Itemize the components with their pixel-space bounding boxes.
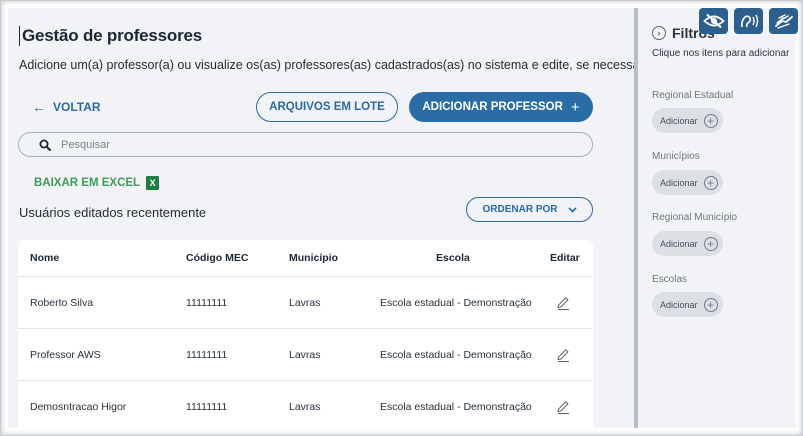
- search-input[interactable]: [61, 138, 541, 151]
- cell-municipio: Lavras: [289, 401, 321, 413]
- header-escola: Escola: [436, 252, 470, 264]
- chip-label: Adicionar: [660, 177, 698, 188]
- table-row: Demosntracao Higor 11111111 Lavras Escol…: [18, 381, 593, 428]
- plus-icon: +: [570, 98, 580, 116]
- sign-language-button[interactable]: [769, 8, 798, 34]
- table-row: Professor AWS 11111111 Lavras Escola est…: [18, 329, 593, 381]
- cell-name: Demosntracao Higor: [30, 401, 127, 413]
- chip-label: Adicionar: [660, 238, 698, 249]
- filter-label-escolas: Escolas: [652, 274, 688, 285]
- section-title: Usuários editados recentemente: [19, 205, 207, 220]
- add-escolas-chip[interactable]: Adicionar +: [652, 292, 723, 317]
- add-teacher-label: ADICIONAR PROFESSOR: [422, 101, 563, 113]
- cell-mec: 11111111: [186, 401, 228, 413]
- search-icon: [39, 139, 51, 151]
- add-regional-estadual-chip[interactable]: Adicionar +: [652, 108, 723, 133]
- batch-files-button[interactable]: ARQUIVOS EM LOTE: [256, 92, 398, 122]
- table-header: Nome Código MEC Município Escola Editar: [18, 240, 593, 277]
- cell-escola: Escola estadual - Demonstração: [380, 348, 532, 361]
- pencil-icon[interactable]: [555, 399, 571, 415]
- cell-municipio: Lavras: [289, 348, 321, 361]
- cell-municipio: Lavras: [289, 296, 321, 309]
- search-box[interactable]: [18, 132, 593, 157]
- page-title: Gestão de professores: [19, 26, 202, 46]
- excel-icon: X: [146, 176, 160, 190]
- table-row: Roberto Silva 11111111 Lavras Escola est…: [18, 277, 593, 329]
- cell-mec: 11111111: [186, 296, 228, 309]
- filters-sidebar: › Filtros Clique nos itens para adiciona…: [638, 8, 796, 428]
- plus-circle-icon: +: [703, 113, 718, 128]
- chevron-down-icon: [567, 206, 577, 213]
- filter-label-regional-municipio: Regional Município: [652, 212, 738, 223]
- arrow-left-icon: ←: [32, 99, 46, 115]
- add-regional-municipio-chip[interactable]: Adicionar +: [652, 231, 723, 256]
- cell-escola: Escola estadual - Demonstração: [380, 296, 532, 309]
- contrast-toggle-button[interactable]: [699, 8, 728, 34]
- page-subtitle: Adicione um(a) professor(a) ou visualize…: [19, 58, 634, 72]
- filter-label-regional-estadual: Regional Estadual: [652, 90, 734, 101]
- add-teacher-button[interactable]: ADICIONAR PROFESSOR +: [409, 92, 593, 122]
- add-municipios-chip[interactable]: Adicionar +: [652, 170, 723, 195]
- chip-label: Adicionar: [660, 115, 698, 126]
- download-excel-label: BAIXAR EM EXCEL: [34, 177, 141, 189]
- audio-icon: [740, 14, 758, 28]
- pencil-icon[interactable]: [555, 347, 571, 363]
- teachers-table: Nome Código MEC Município Escola Editar …: [18, 240, 593, 428]
- audio-reader-button[interactable]: [734, 8, 763, 34]
- header-mec: Código MEC: [186, 252, 249, 264]
- pencil-icon[interactable]: [555, 295, 571, 311]
- back-button[interactable]: ← VOLTAR: [32, 98, 101, 116]
- sign-language-icon: [774, 14, 793, 29]
- chevron-right-icon: ›: [652, 26, 666, 40]
- filters-hint: Clique nos itens para adicionar: [652, 48, 790, 59]
- header-municipio: Município: [289, 252, 338, 264]
- download-excel-button[interactable]: BAIXAR EM EXCEL X: [34, 175, 160, 191]
- eye-slash-icon: [702, 13, 725, 29]
- plus-circle-icon: +: [703, 236, 718, 251]
- chip-label: Adicionar: [660, 299, 698, 310]
- cell-name: Professor AWS: [30, 348, 101, 361]
- back-label: VOLTAR: [53, 100, 101, 114]
- filter-label-municipios: Municípios: [652, 151, 700, 162]
- plus-circle-icon: +: [703, 175, 718, 190]
- sort-by-button[interactable]: ORDENAR POR: [466, 197, 593, 222]
- main-panel: Gestão de professores Adicione um(a) pro…: [8, 8, 634, 428]
- cell-name: Roberto Silva: [30, 296, 94, 309]
- sort-by-label: ORDENAR POR: [482, 204, 558, 215]
- batch-files-label: ARQUIVOS EM LOTE: [269, 101, 385, 113]
- cell-mec: 11111111: [186, 348, 228, 361]
- header-editar: Editar: [550, 252, 580, 264]
- cell-escola: Escola estadual - Demonstração: [380, 401, 532, 413]
- header-name: Nome: [30, 252, 60, 264]
- plus-circle-icon: +: [703, 297, 718, 312]
